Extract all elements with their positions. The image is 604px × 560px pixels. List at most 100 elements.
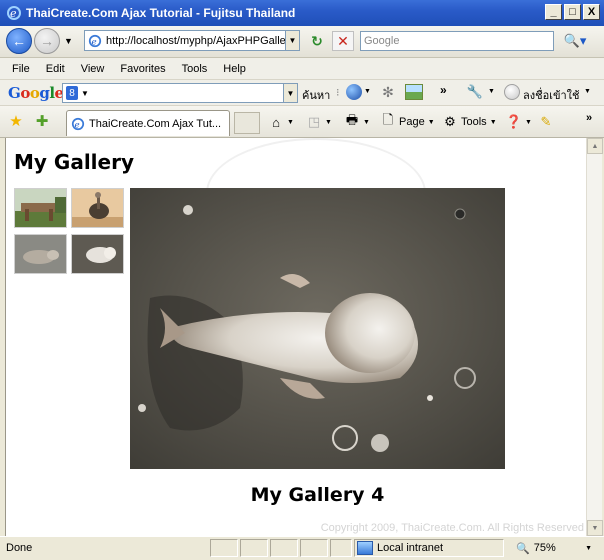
thumbnail-1[interactable] <box>14 188 67 228</box>
chevron-down-icon[interactable]: ▼ <box>287 119 294 126</box>
thumbnail-4-image <box>72 235 123 273</box>
tools-menu-label: Tools <box>461 116 487 128</box>
google-search-button[interactable]: ค้นหา <box>302 86 330 104</box>
address-toolbar: ← → ▼ e http://localhost/myphp/AjaxPHPGa… <box>0 26 604 58</box>
chevron-down-icon[interactable]: ▼ <box>325 119 332 126</box>
page-menu-label: Page <box>399 116 425 128</box>
scroll-down-icon[interactable]: ▼ <box>587 520 603 536</box>
globe-icon[interactable] <box>346 84 362 100</box>
history-dropdown-icon[interactable]: ▼ <box>64 36 73 46</box>
svg-text:e: e <box>10 7 17 20</box>
page-icon: e <box>88 34 102 47</box>
google-search-input[interactable]: 8 ▼ ▼ <box>62 83 298 103</box>
maximize-button[interactable]: □ <box>564 4 581 20</box>
minimize-button[interactable]: _ <box>545 4 562 20</box>
menu-bar: File Edit View Favorites Tools Help <box>0 58 604 80</box>
page-icon: e <box>71 117 85 130</box>
zone-label: Local intranet <box>377 542 444 554</box>
close-button[interactable]: X <box>583 4 600 20</box>
scroll-up-icon[interactable]: ▲ <box>587 138 603 154</box>
chevron-down-icon[interactable]: ▼ <box>584 88 591 95</box>
more-chevron-icon[interactable]: » <box>440 83 447 97</box>
forward-button[interactable]: → <box>34 28 60 54</box>
back-arrow-icon: ← <box>12 33 26 49</box>
intranet-icon <box>357 541 373 555</box>
puzzle-icon[interactable]: ✻ <box>380 84 396 100</box>
status-cell <box>330 539 352 557</box>
page-content: My Gallery My Gallery 4 Copyright 2009, … <box>6 138 586 536</box>
feeds-button[interactable]: ◳ ▼ <box>306 114 332 130</box>
more-chevron-icon[interactable]: » <box>586 112 592 124</box>
thumbnail-3[interactable] <box>14 234 67 274</box>
status-cell <box>240 539 268 557</box>
help-icon: ❓ <box>505 114 523 129</box>
copyright-text: Copyright 2009, ThaiCreate.Com. All Righ… <box>320 522 584 534</box>
address-dropdown-icon[interactable]: ▼ <box>285 31 299 50</box>
help-button[interactable]: ❓ ▼ <box>506 114 532 130</box>
menu-edit[interactable]: Edit <box>38 63 73 75</box>
home-icon: ⌂ <box>272 114 280 130</box>
menu-view[interactable]: View <box>73 63 113 75</box>
zoom-control[interactable]: 🔍 75% ▼ <box>512 539 598 557</box>
image-icon[interactable] <box>405 84 423 100</box>
google-search-dropdown-icon[interactable]: ▼ <box>283 84 297 102</box>
thumbnail-3-image <box>15 235 66 273</box>
google-logo[interactable]: Google <box>8 84 64 102</box>
page-menu-button[interactable]: 🗋 Page ▼ <box>380 112 435 130</box>
address-field[interactable]: e http://localhost/myphp/AjaxPHPGalle <box>84 30 300 51</box>
chevron-down-icon[interactable]: ▼ <box>81 89 89 98</box>
signin-button[interactable]: ลงชื่อเข้าใช้ <box>523 86 579 104</box>
page-menu-icon: 🗋 <box>382 112 394 127</box>
thumbnail-2[interactable] <box>71 188 124 228</box>
home-button[interactable]: ⌂ ▼ <box>268 114 294 130</box>
wrench-icon[interactable]: 🔧 <box>466 84 484 100</box>
chevron-down-icon[interactable]: ▼ <box>364 88 371 95</box>
chevron-down-icon[interactable]: ▼ <box>488 88 495 95</box>
menu-tools[interactable]: Tools <box>174 63 216 75</box>
main-photo <box>130 188 505 469</box>
vertical-scrollbar[interactable]: ▲ ▼ <box>586 138 603 536</box>
thumbnail-4[interactable] <box>71 234 124 274</box>
title-bar: e ThaiCreate.Com Ajax Tutorial - Fujitsu… <box>0 0 604 26</box>
tab-bar: ★ ✚ e ThaiCreate.Com Ajax Tut... ⌂ ▼ ◳ ▼ 🖶… <box>0 106 604 138</box>
chevron-down-icon[interactable]: ▼ <box>428 119 435 126</box>
zoom-level: 75% <box>533 542 556 554</box>
status-cell <box>300 539 328 557</box>
tab-active[interactable]: e ThaiCreate.Com Ajax Tut... <box>66 110 230 136</box>
chevron-down-icon[interactable]: ▼ <box>490 119 497 126</box>
gear-icon: ⚙ <box>444 114 456 129</box>
photo-caption: My Gallery 4 <box>250 484 385 506</box>
favorites-star-icon[interactable]: ★ <box>8 113 24 130</box>
refresh-icon[interactable]: ↻ <box>306 31 328 51</box>
thumbnail-2-image <box>72 189 123 227</box>
search-placeholder: Google <box>364 35 400 47</box>
stop-icon[interactable]: ✕ <box>332 31 354 51</box>
url-text: http://localhost/myphp/AjaxPHPGalle <box>106 34 286 47</box>
window-title: ThaiCreate.Com Ajax Tutorial - Fujitsu T… <box>26 6 296 20</box>
status-text: Done <box>6 542 33 554</box>
tools-menu-button[interactable]: ⚙ Tools ▼ <box>442 114 497 130</box>
menu-file[interactable]: File <box>4 63 38 75</box>
chevron-down-icon[interactable]: ▼ <box>525 119 532 126</box>
tab-label: ThaiCreate.Com Ajax Tut... <box>89 117 222 130</box>
add-favorite-icon[interactable]: ✚ <box>34 113 50 130</box>
print-button[interactable]: 🖶 ▼ <box>344 112 370 130</box>
menu-favorites[interactable]: Favorites <box>112 63 173 75</box>
security-zone[interactable]: Local intranet <box>354 539 504 557</box>
research-button[interactable]: ✎ <box>538 114 554 130</box>
menu-help[interactable]: Help <box>215 63 254 75</box>
chevron-down-icon[interactable]: ▼ <box>585 545 592 552</box>
chevron-down-icon[interactable]: ▼ <box>363 119 370 126</box>
page-title: My Gallery <box>14 150 134 174</box>
back-button[interactable]: ← <box>6 28 32 54</box>
search-icon[interactable]: 🔍▾ <box>558 30 592 52</box>
research-icon: ✎ <box>540 114 552 129</box>
search-input[interactable]: Google <box>360 31 554 51</box>
signin-icon[interactable] <box>504 84 520 100</box>
svg-text:e: e <box>92 37 97 47</box>
new-tab-button[interactable] <box>234 112 260 134</box>
status-cell <box>210 539 238 557</box>
main-photo-image <box>130 188 505 469</box>
divider-icon: ⁝ <box>336 87 340 99</box>
google-toolbar: Google 8 ▼ ▼ ค้นหา ⁝ ▼ ✻ » 🔧 ▼ ลงชื่อเข้… <box>0 80 604 106</box>
